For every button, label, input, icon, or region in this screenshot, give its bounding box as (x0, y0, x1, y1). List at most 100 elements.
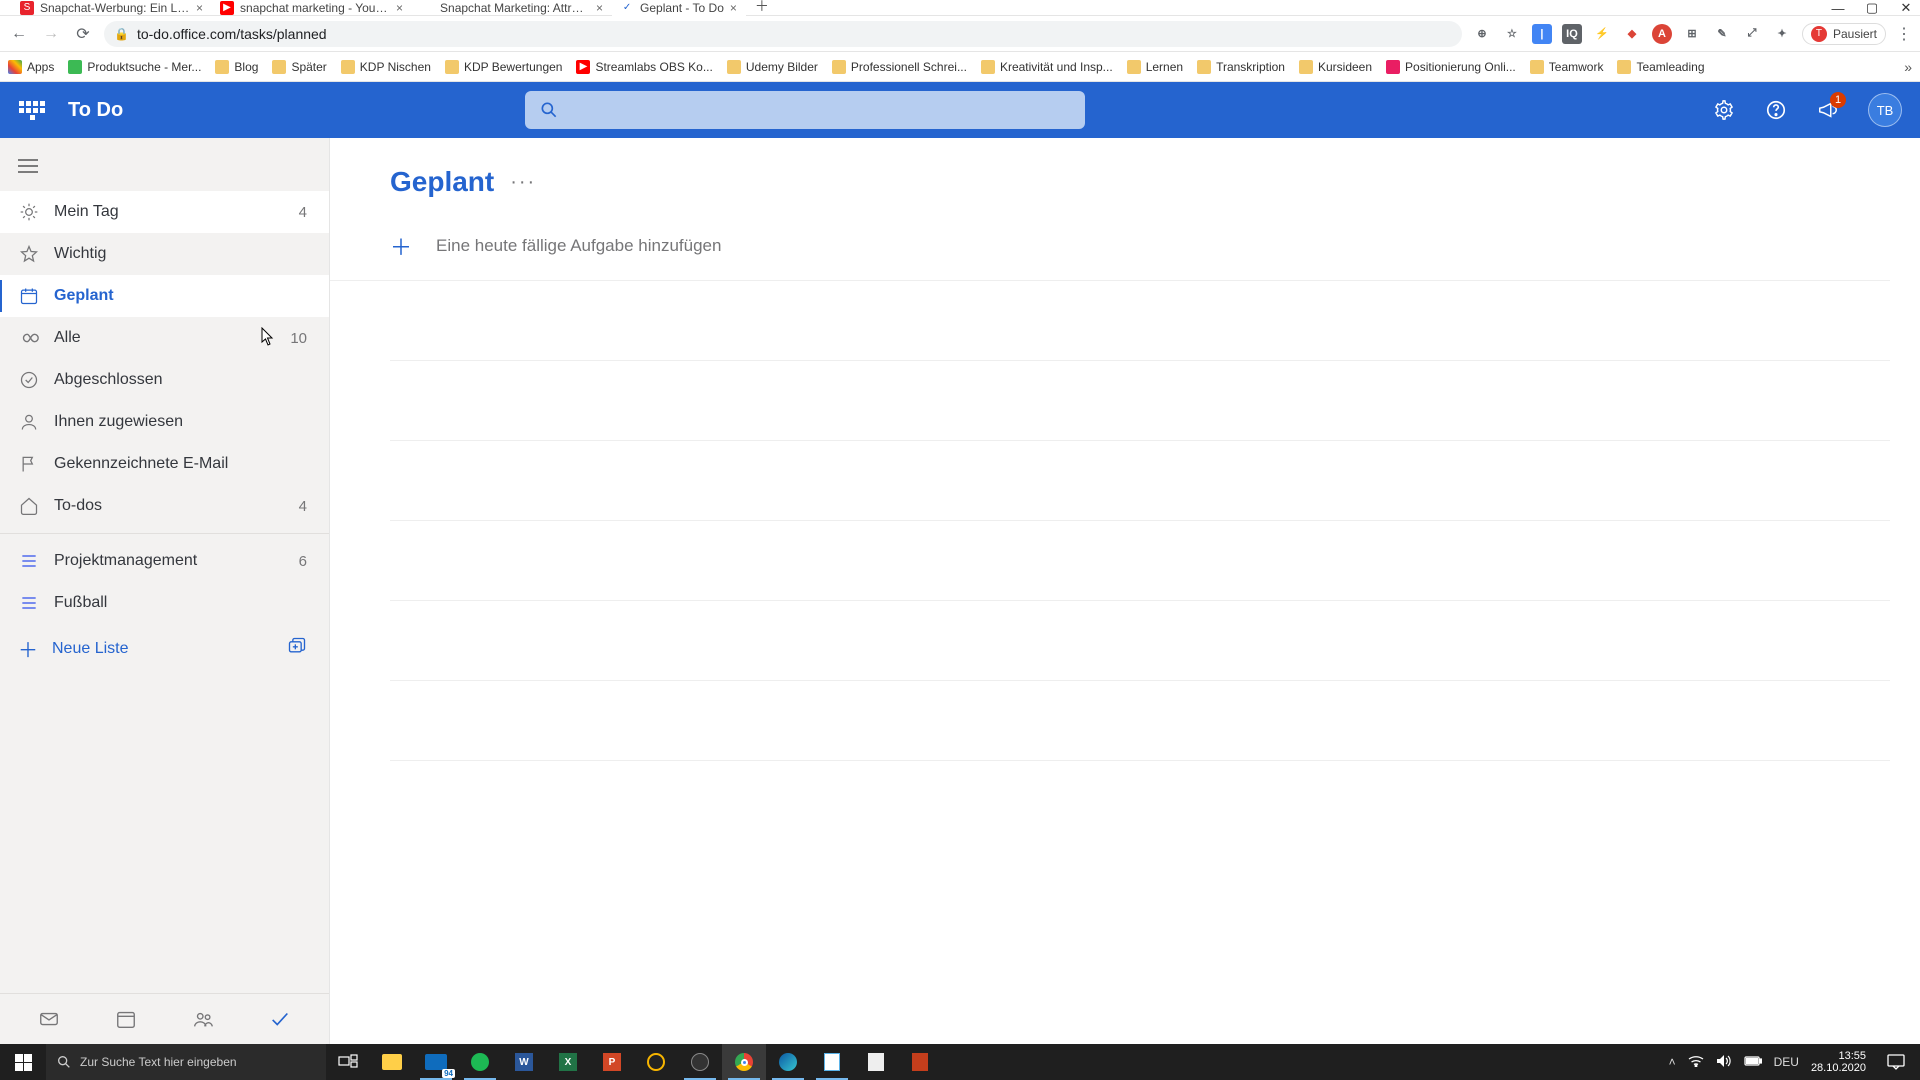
sidebar-item-important[interactable]: Wichtig (0, 233, 329, 275)
hamburger-icon[interactable] (0, 146, 329, 191)
ext-icon-6[interactable]: ⊞ (1682, 24, 1702, 44)
new-group-icon[interactable] (287, 636, 307, 661)
bookmark-item-15[interactable]: Teamleading (1617, 60, 1704, 74)
battery-icon[interactable] (1744, 1055, 1762, 1069)
ext-icon-2[interactable]: IQ (1562, 24, 1582, 44)
close-icon[interactable]: × (196, 1, 203, 15)
action-center-icon[interactable] (1878, 1044, 1914, 1080)
forward-button[interactable]: → (40, 25, 62, 43)
ext-icon-1[interactable]: | (1532, 24, 1552, 44)
chrome-icon[interactable] (722, 1044, 766, 1080)
app-icon-3[interactable] (898, 1044, 942, 1080)
app-launcher-icon[interactable] (18, 96, 46, 124)
close-icon[interactable]: × (396, 1, 403, 15)
sidebar-item-my-day[interactable]: Mein Tag 4 (0, 191, 329, 233)
bookmark-item-13[interactable]: Positionierung Onli... (1386, 60, 1516, 74)
word-icon[interactable]: W (502, 1044, 546, 1080)
app-brand[interactable]: To Do (68, 99, 123, 122)
sidebar-item-label: Fußball (54, 594, 307, 612)
todo-check-icon[interactable] (267, 1006, 293, 1032)
mail-app-icon[interactable]: 94 (414, 1044, 458, 1080)
sidebar-list-fussball[interactable]: Fußball (0, 582, 329, 624)
taskbar-clock[interactable]: 13:55 28.10.2020 (1811, 1050, 1866, 1074)
bookmark-overflow-icon[interactable]: » (1904, 59, 1912, 75)
browser-menu-icon[interactable]: ⋮ (1896, 24, 1912, 44)
browser-tab-2[interactable]: Snapchat Marketing: Attract New × (412, 0, 612, 16)
folder-icon (1299, 60, 1313, 74)
wifi-icon[interactable] (1688, 1055, 1704, 1070)
bookmark-item-5[interactable]: KDP Bewertungen (445, 60, 563, 74)
calendar-footer-icon[interactable] (113, 1006, 139, 1032)
settings-icon[interactable] (1712, 98, 1736, 122)
bookmark-item-3[interactable]: Später (272, 60, 326, 74)
spotify-icon[interactable] (458, 1044, 502, 1080)
app-icon-2[interactable] (854, 1044, 898, 1080)
bookmark-item-14[interactable]: Teamwork (1530, 60, 1604, 74)
sidebar-item-assigned[interactable]: Ihnen zugewiesen (0, 401, 329, 443)
start-button[interactable] (0, 1044, 46, 1080)
bookmark-item-6[interactable]: ▶Streamlabs OBS Ko... (576, 60, 712, 74)
excel-icon[interactable]: X (546, 1044, 590, 1080)
ext-icon-5[interactable]: A (1652, 24, 1672, 44)
volume-icon[interactable] (1716, 1054, 1732, 1071)
sidebar-item-completed[interactable]: Abgeschlossen (0, 359, 329, 401)
zoom-icon[interactable]: ⊕ (1472, 24, 1492, 44)
reload-button[interactable]: ⟳ (72, 24, 94, 44)
bookmark-item-4[interactable]: KDP Nischen (341, 60, 431, 74)
add-task-row[interactable]: ＋ Eine heute fällige Aufgabe hinzufügen (330, 212, 1890, 281)
bookmark-star-icon[interactable]: ☆ (1502, 24, 1522, 44)
edge-icon[interactable] (766, 1044, 810, 1080)
mail-icon[interactable] (36, 1006, 62, 1032)
close-icon[interactable]: × (596, 1, 603, 15)
bookmark-item-2[interactable]: Blog (215, 60, 258, 74)
sidebar-item-flagged[interactable]: Gekennzeichnete E-Mail (0, 443, 329, 485)
file-explorer-icon[interactable] (370, 1044, 414, 1080)
bookmark-item-8[interactable]: Professionell Schrei... (832, 60, 967, 74)
bookmark-apps[interactable]: Apps (8, 60, 54, 74)
maximize-button[interactable]: ▢ (1862, 0, 1882, 16)
check-circle-icon (18, 369, 40, 391)
bookmark-label: Apps (27, 60, 54, 74)
bookmark-item-1[interactable]: Produktsuche - Mer... (68, 60, 201, 74)
bookmark-item-9[interactable]: Kreativität und Insp... (981, 60, 1113, 74)
back-button[interactable]: ← (8, 25, 30, 43)
people-icon[interactable] (190, 1006, 216, 1032)
extensions-icon[interactable]: ✦ (1772, 24, 1792, 44)
sidebar-list-projektmanagement[interactable]: Projektmanagement 6 (0, 540, 329, 582)
ext-icon-7[interactable]: ✎ (1712, 24, 1732, 44)
sidebar-item-planned[interactable]: Geplant (0, 275, 329, 317)
browser-tab-1[interactable]: ▶ snapchat marketing - YouTube × (212, 0, 412, 16)
new-list-button[interactable]: ＋ Neue Liste (0, 624, 329, 673)
bookmark-label: Teamwork (1549, 60, 1604, 74)
bookmark-item-11[interactable]: Transkription (1197, 60, 1285, 74)
ext-icon-4[interactable]: ◆ (1622, 24, 1642, 44)
megaphone-icon[interactable]: 1 (1816, 98, 1840, 122)
close-icon[interactable]: × (730, 1, 737, 15)
bookmark-item-7[interactable]: Udemy Bilder (727, 60, 818, 74)
new-tab-button[interactable]: ＋ (752, 0, 772, 16)
powerpoint-icon[interactable]: P (590, 1044, 634, 1080)
sidebar-item-todos[interactable]: To-dos 4 (0, 485, 329, 527)
sidebar-item-all[interactable]: Alle 10 (0, 317, 329, 359)
app-icon-1[interactable] (634, 1044, 678, 1080)
close-window-button[interactable]: ✕ (1896, 0, 1916, 16)
tray-chevron-icon[interactable]: ˄ (1669, 1055, 1676, 1069)
obs-icon[interactable] (678, 1044, 722, 1080)
browser-tab-3[interactable]: ✓ Geplant - To Do × (612, 0, 746, 16)
ext-icon-3[interactable]: ⚡ (1592, 24, 1612, 44)
minimize-button[interactable]: — (1828, 0, 1848, 16)
taskbar-search[interactable]: Zur Suche Text hier eingeben (46, 1044, 326, 1080)
language-indicator[interactable]: DEU (1774, 1055, 1799, 1069)
notepad-icon[interactable] (810, 1044, 854, 1080)
address-bar[interactable]: 🔒 to-do.office.com/tasks/planned (104, 21, 1462, 47)
bookmark-item-10[interactable]: Lernen (1127, 60, 1183, 74)
taskview-icon[interactable] (326, 1044, 370, 1080)
more-options-icon[interactable]: ··· (510, 171, 536, 194)
ext-icon-8[interactable]: ⤢ (1742, 24, 1762, 44)
profile-chip[interactable]: T Pausiert (1802, 23, 1886, 45)
search-input[interactable] (525, 91, 1085, 129)
bookmark-item-12[interactable]: Kursideen (1299, 60, 1372, 74)
help-icon[interactable] (1764, 98, 1788, 122)
browser-tab-0[interactable]: S Snapchat-Werbung: Ein Leitfade × (12, 0, 212, 16)
avatar[interactable]: TB (1868, 93, 1902, 127)
